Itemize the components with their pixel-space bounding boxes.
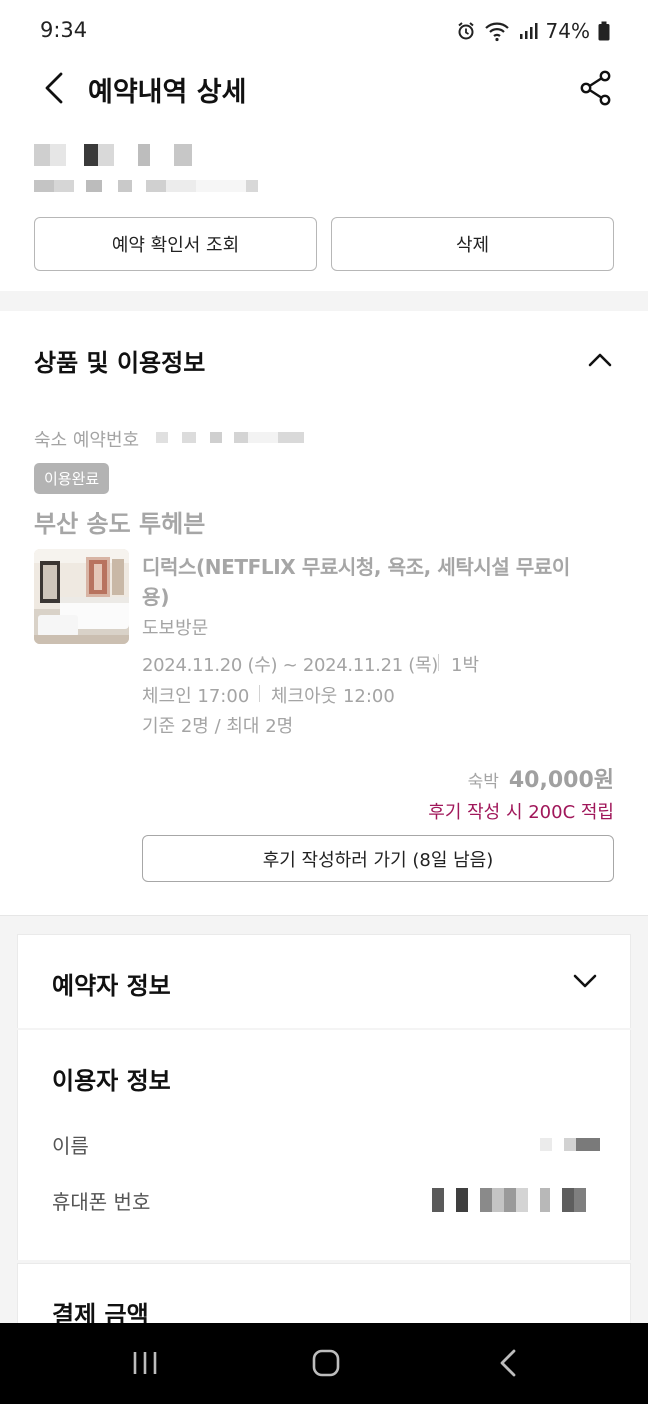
hotel-name: 부산 송도 투헤븐 [34,510,206,538]
confirm-document-button[interactable]: 예약 확인서 조회 [34,217,317,271]
app-header: 예약내역 상세 [0,60,648,120]
status-badge: 이용완료 [34,463,110,494]
home-icon [312,1349,340,1377]
redacted-reservation-number [156,432,304,443]
payment-card: 결제 금액 [17,1263,631,1323]
price-amount: 40,000원 [508,768,614,793]
signal-icon [519,23,538,39]
stay-dates: 2024.11.20 (수) ~ 2024.11.21 (목) [142,655,438,676]
user-section-title: 이용자 정보 [52,1067,171,1095]
battery-icon [598,21,610,41]
redacted-title [34,144,192,166]
delete-button[interactable]: 삭제 [331,217,614,271]
room-name-line2: 용) [142,585,170,609]
system-back-button[interactable] [484,1341,532,1385]
user-info-card: 이용자 정보 이름 휴대폰 번호 [17,1030,631,1260]
checkin-divider [259,685,260,702]
share-icon [580,70,611,106]
status-bar: 9:34 74% [0,0,648,60]
booker-section-title: 예약자 정보 [52,972,171,1000]
recent-apps-button[interactable] [121,1341,169,1385]
phone-label: 휴대폰 번호 [52,1190,151,1214]
occupancy: 기준 2명 / 최대 2명 [142,716,294,737]
section-divider [0,291,648,311]
price-row: 숙박 40,000원 [468,762,614,794]
redacted-phone [432,1188,586,1212]
chevron-left-icon [45,72,63,104]
chevron-down-icon [573,974,597,988]
wifi-icon [484,22,509,42]
write-review-button[interactable]: 후기 작성하러 가기 (8일 남음) [142,835,614,882]
room-name-line1: 디럭스(NETFLIX 무료시청, 욕조, 세탁시설 무료이 [142,555,570,579]
payment-section-title: 결제 금액 [52,1301,149,1323]
alarm-icon [457,22,474,40]
expand-booker-button[interactable] [567,963,603,999]
checkout-time: 체크아웃 12:00 [271,686,395,707]
recent-apps-icon [133,1352,157,1374]
redacted-name [540,1138,600,1151]
share-button[interactable] [572,64,620,112]
room-photo [34,549,129,644]
back-arrow-icon [500,1349,516,1377]
price-label: 숙박 [467,772,499,792]
name-label: 이름 [52,1134,89,1158]
checkin-time: 체크인 17:00 [142,686,250,707]
home-button[interactable] [302,1341,350,1385]
chevron-up-icon [588,353,612,367]
room-thumbnail [34,549,129,644]
page-title: 예약내역 상세 [88,77,247,108]
date-divider [438,654,439,671]
status-time: 9:34 [40,18,88,42]
visit-type: 도보방문 [142,618,209,639]
system-nav-bar [0,1323,648,1404]
product-section-title: 상품 및 이용정보 [34,349,206,377]
battery-percent: 74% [545,19,590,43]
reservation-number-label: 숙소 예약번호 [34,430,140,451]
nights-count: 1박 [451,655,480,676]
booker-info-card[interactable]: 예약자 정보 [17,934,631,1028]
status-icons: 74% [456,16,610,46]
back-button[interactable] [30,64,78,112]
review-reward-text: 후기 작성 시 200C 적립 [428,802,614,823]
redacted-subtitle [34,180,258,192]
collapse-product-button[interactable] [582,342,618,378]
